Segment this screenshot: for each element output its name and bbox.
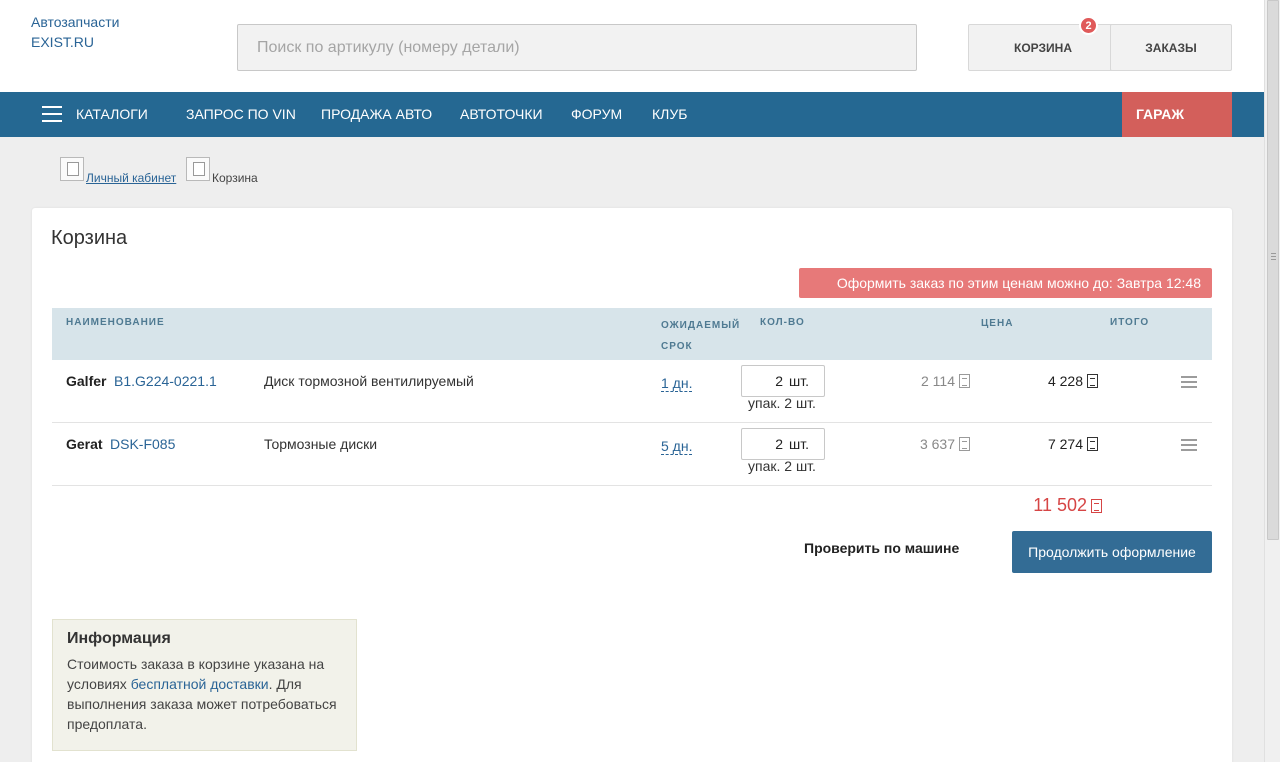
grand-total-value: 11 502 [1033,495,1087,515]
nav-item-forum[interactable]: ФОРУМ [571,92,622,137]
broken-image-icon [60,157,84,181]
info-title: Информация [67,630,171,647]
site-logo[interactable]: Автозапчасти EXIST.RU [31,12,119,52]
row-2-article-link[interactable]: DSK-F085 [110,436,175,452]
price-deadline-banner: Оформить заказ по этим ценам можно до: З… [799,268,1212,298]
row-1-quantity-unit: шт. [789,373,809,389]
column-header-total: ИТОГО [1110,317,1150,328]
row-2-brand: Gerat [66,436,103,452]
table-header: НАИМЕНОВАНИЕ ОЖИДАЕМЫЙ СРОК КОЛ-ВО ЦЕНА … [52,308,1212,360]
column-header-term-line2: СРОК [661,341,693,352]
row-1-quantity-field[interactable]: шт. [741,365,825,397]
ruble-icon [959,374,970,388]
continue-checkout-button[interactable]: Продолжить оформление [1012,531,1212,573]
row-1-pack-size: упак. 2 шт. [748,395,816,411]
row-2-total: 7 274 [1000,436,1098,452]
hamburger-menu-icon[interactable] [42,106,62,123]
nav-item-autopoints[interactable]: АВТОТОЧКИ [460,92,543,137]
garage-button[interactable]: ГАРАЖ [1122,92,1232,137]
ruble-icon [959,437,970,451]
breadcrumb-current: Корзина [212,171,258,185]
info-box: Информация Стоимость заказа в корзине ук… [52,619,357,751]
row-2-quantity-unit: шт. [789,436,809,452]
row-1-delivery-term[interactable]: 1 дн. [661,376,693,392]
row-2-total-value: 7 274 [1047,436,1083,452]
row-2-pack-size: упак. 2 шт. [748,458,816,474]
scrollbar-grip-icon [1271,253,1276,262]
row-1-description: Диск тормозной вентилируемый [264,373,474,389]
breadcrumb-link-account[interactable]: Личный кабинет [86,171,176,185]
row-divider [52,485,1212,486]
nav-item-catalogs[interactable]: КАТАЛОГИ [76,92,148,137]
grand-total: 11 502 [960,495,1102,516]
check-by-car-button[interactable]: Проверить по машине [804,540,959,556]
row-2-description: Тормозные диски [264,436,378,452]
row-divider [52,422,1212,423]
page-scrollbar[interactable] [1264,0,1280,762]
row-1-menu-icon[interactable] [1181,376,1197,388]
row-2-delivery-term[interactable]: 5 дн. [661,439,693,455]
row-2-price: 3 637 [880,436,970,452]
ruble-icon [1087,437,1098,451]
ruble-icon [1091,499,1102,513]
cart-count-badge: 2 [1079,16,1098,35]
column-header-name: НАИМЕНОВАНИЕ [66,317,165,328]
logo-line-1[interactable]: Автозапчасти [31,12,119,32]
column-header-term-line1: ОЖИДАЕМЫЙ [661,320,741,331]
row-2-price-value: 3 637 [919,436,955,452]
nav-item-vin-request[interactable]: ЗАПРОС ПО VIN [186,92,296,137]
orders-button[interactable]: ЗАКАЗЫ [1110,24,1232,71]
ruble-icon [1087,374,1098,388]
row-1-price-value: 2 114 [921,373,955,389]
row-1-total: 4 228 [1000,373,1098,389]
row-1-price: 2 114 [880,373,970,389]
nav-item-club[interactable]: КЛУБ [652,92,687,137]
site-header: Автозапчасти EXIST.RU КОРЗИНА 2 ЗАКАЗЫ [0,0,1264,92]
free-delivery-link[interactable]: бесплатной доставки [131,676,269,692]
logo-line-2[interactable]: EXIST.RU [31,32,119,52]
page-title: Корзина [51,227,128,249]
broken-image-icon [186,157,210,181]
column-header-qty: КОЛ-ВО [760,317,805,328]
column-header-price: ЦЕНА [981,318,1014,329]
info-text: Стоимость заказа в корзине указана на ус… [67,654,342,734]
row-1-article-link[interactable]: B1.G224-0221.1 [114,373,217,389]
nav-item-car-sales[interactable]: ПРОДАЖА АВТО [321,92,432,137]
row-2-menu-icon[interactable] [1181,439,1197,451]
row-2-quantity-field[interactable]: шт. [741,428,825,460]
row-2-quantity-input[interactable] [753,436,784,452]
search-input[interactable] [237,24,917,71]
main-nav: КАТАЛОГИ ЗАПРОС ПО VIN ПРОДАЖА АВТО АВТО… [0,92,1264,137]
scrollbar-thumb[interactable] [1267,0,1279,540]
row-1-quantity-input[interactable] [753,373,784,389]
row-1-brand: Galfer [66,373,107,389]
row-1-total-value: 4 228 [1047,373,1083,389]
